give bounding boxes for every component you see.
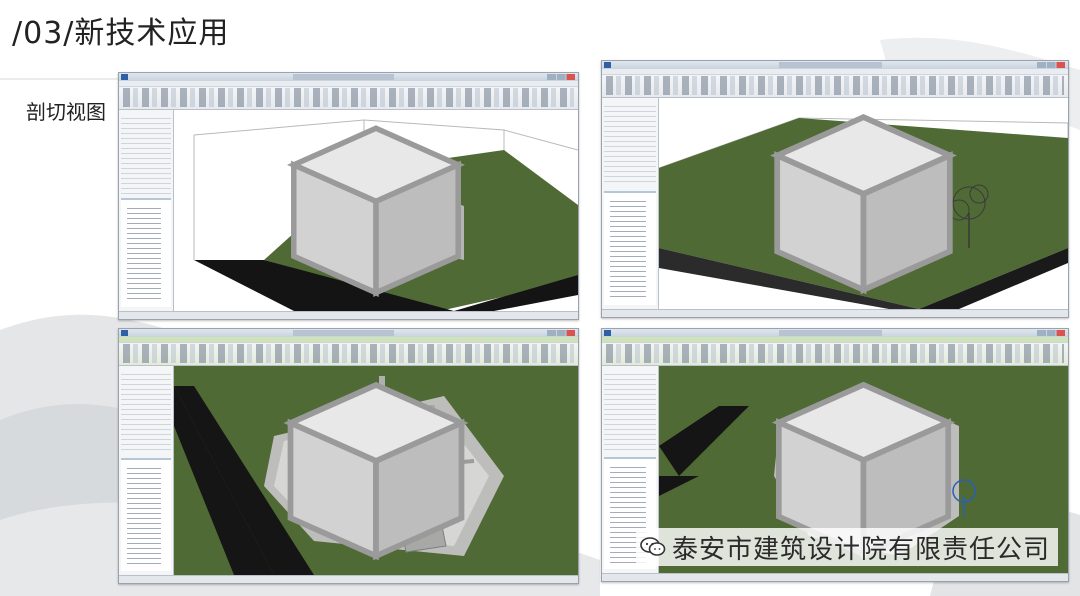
screenshot-top-left [118, 72, 579, 320]
project-browser[interactable] [121, 457, 171, 571]
wechat-icon [640, 537, 666, 556]
properties-grid[interactable] [121, 370, 171, 454]
ribbon-toolbar[interactable] [119, 81, 578, 110]
ribbon-toolbar[interactable] [119, 337, 578, 366]
properties-grid[interactable] [604, 102, 656, 187]
ribbon-toolbar[interactable] [602, 69, 1068, 98]
screenshot-bottom-left [118, 328, 579, 584]
section-label: 剖切视图 [26, 100, 106, 124]
ribbon-tools[interactable] [606, 76, 1064, 95]
ribbon-toolbar[interactable] [602, 337, 1068, 366]
ribbon-tabs[interactable] [602, 337, 1068, 343]
revit-app-icon[interactable] [604, 330, 611, 336]
watermark-text: 泰安市建筑设计院有限责任公司 [672, 534, 1051, 565]
revit-app-icon[interactable] [121, 330, 128, 336]
viewcube-icon[interactable] [659, 98, 1068, 309]
revit-app-icon[interactable] [121, 74, 128, 80]
project-browser[interactable] [604, 190, 656, 305]
properties-panel[interactable] [119, 110, 174, 311]
status-bar [602, 573, 1068, 581]
3d-viewport[interactable] [174, 110, 578, 311]
properties-grid[interactable] [121, 114, 171, 195]
properties-panel[interactable] [119, 366, 174, 575]
3d-viewport[interactable] [174, 366, 578, 575]
page-title: /03/新技术应用 [12, 16, 230, 51]
ribbon-tabs[interactable] [602, 69, 1068, 75]
ribbon-tools[interactable] [606, 344, 1064, 363]
ribbon-tools[interactable] [123, 344, 574, 363]
screenshot-top-right [601, 60, 1069, 318]
status-bar [119, 575, 578, 583]
viewcube-icon[interactable] [174, 110, 578, 311]
properties-panel[interactable] [602, 98, 659, 309]
revit-app-icon[interactable] [604, 62, 611, 68]
viewcube-icon[interactable] [174, 366, 578, 575]
3d-viewport[interactable] [659, 98, 1068, 309]
window-controls[interactable] [547, 74, 575, 80]
ribbon-tabs[interactable] [119, 337, 578, 343]
status-bar [119, 311, 578, 319]
status-bar [602, 309, 1068, 317]
watermark: 泰安市建筑设计院有限责任公司 [636, 528, 1059, 566]
properties-grid[interactable] [604, 370, 656, 453]
window-controls[interactable] [547, 330, 575, 336]
ribbon-tabs[interactable] [119, 81, 578, 87]
window-controls[interactable] [1037, 330, 1065, 336]
ribbon-tools[interactable] [123, 88, 574, 107]
project-browser[interactable] [121, 198, 171, 307]
window-controls[interactable] [1037, 62, 1065, 68]
